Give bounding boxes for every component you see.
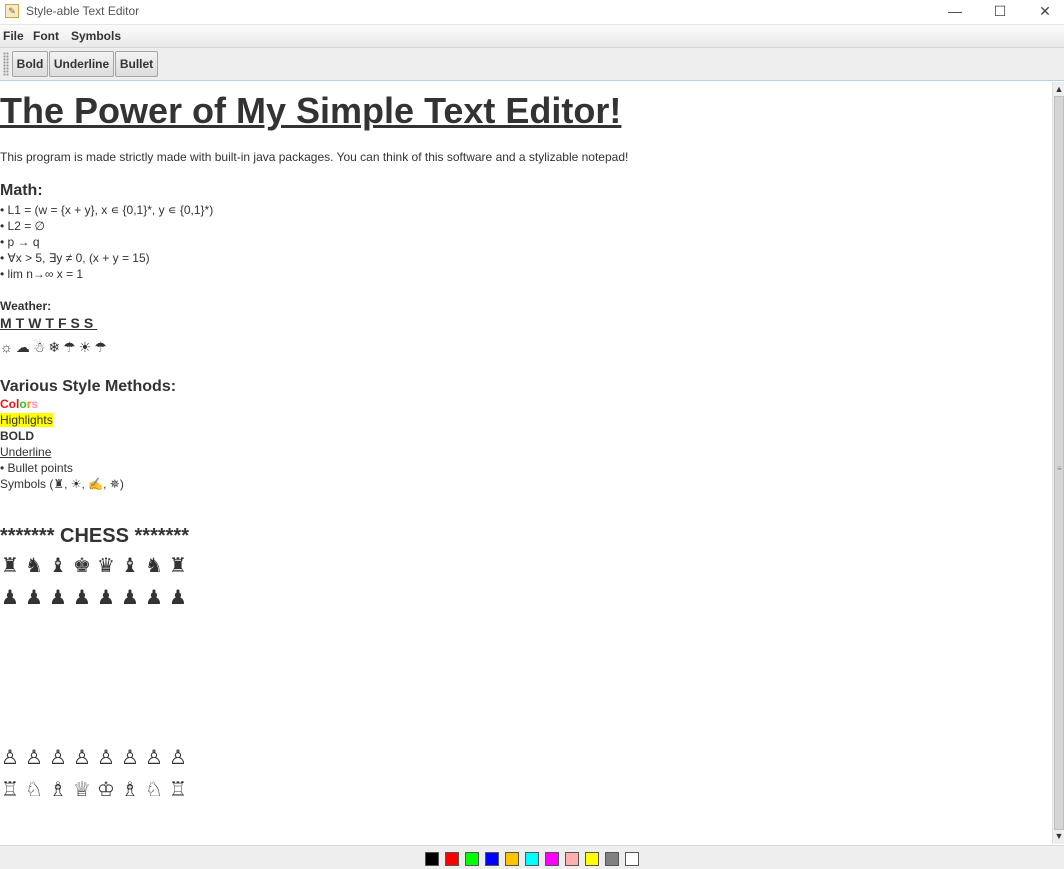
chess-piece: ♚ [73, 555, 91, 577]
colors-part: Co [0, 397, 16, 411]
chess-piece: ♙ [25, 747, 43, 769]
color-swatch-gray[interactable] [605, 852, 619, 866]
black-back-rank: ♜ ♞ ♝ ♚ ♛ ♝ ♞ ♜ [1, 554, 193, 578]
black-pawn-rank: ♟ ♟ ♟ ♟ ♟ ♟ ♟ ♟ [1, 586, 193, 610]
vertical-scrollbar[interactable]: ▲ ≡ ▼ [1052, 82, 1064, 844]
chess-piece: ♙ [73, 747, 91, 769]
chess-piece: ♟ [145, 587, 163, 609]
chess-piece: ♙ [49, 747, 67, 769]
chess-piece: ♔ [97, 779, 115, 801]
intro-paragraph: This program is made strictly made with … [0, 150, 629, 164]
chess-piece: ♖ [1, 779, 19, 801]
style-methods-heading: Various Style Methods: [0, 378, 177, 395]
scroll-down-arrow-icon[interactable]: ▼ [1053, 830, 1064, 842]
chess-piece: ♙ [169, 747, 187, 769]
color-swatch-orange[interactable] [505, 852, 519, 866]
colors-demo: Colors [0, 397, 38, 411]
title-bar: ✎ Style-able Text Editor — ☐ ✕ [0, 0, 1064, 25]
math-line: • ∀x > 5, ∃y ≠ 0, (x + y = 15) [0, 251, 150, 265]
bullet-demo: • Bullet points [0, 461, 73, 475]
highlight-text: Highlights [0, 413, 53, 427]
chess-piece: ♟ [97, 587, 115, 609]
chess-piece: ♙ [121, 747, 139, 769]
color-swatch-white[interactable] [625, 852, 639, 866]
chess-piece: ♕ [73, 779, 91, 801]
chess-piece: ♟ [25, 587, 43, 609]
weekday-row: MTWTFSS [0, 315, 98, 331]
color-swatch-blue[interactable] [485, 852, 499, 866]
chess-piece: ♖ [169, 779, 187, 801]
math-line: • L2 = ∅ [0, 219, 46, 233]
toolbar: Bold Underline Bullet [0, 48, 1064, 81]
menu-bar: File Font Symbols [0, 25, 1064, 48]
close-button[interactable]: ✕ [1022, 0, 1064, 24]
chess-piece: ♞ [25, 555, 43, 577]
colors-part: s [31, 397, 39, 411]
bold-button[interactable]: Bold [12, 51, 48, 77]
chess-piece: ♛ [97, 555, 115, 577]
chess-piece: ♗ [49, 779, 67, 801]
color-swatch-red[interactable] [445, 852, 459, 866]
menu-font[interactable]: Font [33, 29, 59, 43]
menu-file[interactable]: File [3, 29, 24, 43]
chess-piece: ♟ [121, 587, 139, 609]
white-pawn-rank: ♙ ♙ ♙ ♙ ♙ ♙ ♙ ♙ [1, 746, 193, 770]
scrollbar-thumb[interactable]: ≡ [1054, 96, 1064, 830]
symbols-demo: Symbols (♜, ☀, ✍, ✵) [0, 477, 124, 491]
toolbar-grip-handle[interactable] [3, 52, 9, 76]
chess-piece: ♗ [121, 779, 139, 801]
chess-piece: ♙ [145, 747, 163, 769]
white-back-rank: ♖ ♘ ♗ ♕ ♔ ♗ ♘ ♖ [1, 778, 193, 802]
chess-piece: ♘ [25, 779, 43, 801]
chess-heading: ******* CHESS ******* [0, 525, 189, 547]
color-swatch-cyan[interactable] [525, 852, 539, 866]
chess-piece: ♟ [73, 587, 91, 609]
highlights-demo: Highlights [0, 413, 53, 427]
chess-piece: ♞ [145, 555, 163, 577]
chess-piece: ♙ [1, 747, 19, 769]
chess-piece: ♝ [121, 555, 139, 577]
chess-piece: ♝ [49, 555, 67, 577]
scrollbar-grip-icon: ≡ [1057, 464, 1062, 473]
scroll-up-arrow-icon[interactable]: ▲ [1053, 83, 1064, 95]
app-icon: ✎ [5, 4, 19, 18]
chess-piece: ♙ [97, 747, 115, 769]
color-swatch-black[interactable] [425, 852, 439, 866]
chess-piece: ♘ [145, 779, 163, 801]
underline-demo: Underline [0, 445, 52, 459]
chess-piece: ♜ [1, 555, 19, 577]
math-line: • lim n→∞ x = 1 [0, 267, 84, 281]
minimize-button[interactable]: — [932, 0, 978, 24]
menu-symbols[interactable]: Symbols [71, 29, 121, 43]
color-swatch-green[interactable] [465, 852, 479, 866]
weather-icons-row: ☼☁☃❄☂☀☂ [0, 339, 110, 355]
color-palette [0, 845, 1064, 869]
color-swatch-yellow[interactable] [585, 852, 599, 866]
window-title: Style-able Text Editor [26, 4, 140, 18]
bullet-button[interactable]: Bullet [115, 51, 158, 77]
math-heading: Math: [0, 182, 43, 199]
weather-heading: Weather: [0, 299, 52, 313]
chess-piece: ♟ [49, 587, 67, 609]
chess-piece: ♟ [169, 587, 187, 609]
chess-piece: ♜ [169, 555, 187, 577]
color-swatch-magenta[interactable] [545, 852, 559, 866]
underline-button[interactable]: Underline [49, 51, 114, 77]
chess-piece: ♟ [1, 587, 19, 609]
document-title: The Power of My Simple Text Editor! [0, 90, 622, 131]
text-editor-area[interactable]: The Power of My Simple Text Editor! This… [0, 82, 1052, 844]
colors-part: o [19, 397, 27, 411]
maximize-button[interactable]: ☐ [977, 0, 1023, 24]
math-line: • p → q [0, 235, 40, 249]
bold-demo: BOLD [0, 429, 34, 443]
color-swatch-pink[interactable] [565, 852, 579, 866]
math-line: • L1 = (w = {x + y}, x ∊ {0,1}*, y ∊ {0,… [0, 203, 214, 217]
